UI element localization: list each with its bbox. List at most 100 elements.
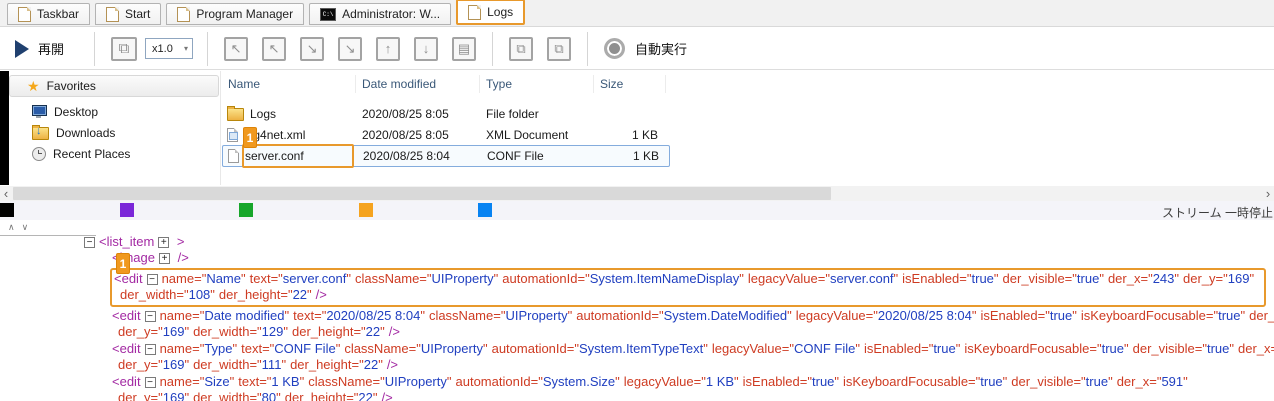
- target-upleft-curve-button[interactable]: ↖: [224, 37, 248, 61]
- expander-toggle-icon[interactable]: −: [145, 377, 156, 388]
- toolbar: 再開 ⧉ x1.0 ▾ ↖ ↖ ↘ ↘ ↑ ↓ ▤ ⧉ ⧉ 自動実行: [0, 28, 1274, 70]
- column-header-name[interactable]: Name: [222, 75, 356, 93]
- attribute-name: der_x=: [1108, 271, 1148, 286]
- quote: ": [1072, 308, 1077, 323]
- stream-frame-square: [359, 203, 373, 217]
- file-list: NameDate modifiedTypeSize Logs2020/08/25…: [222, 74, 670, 167]
- attribute-value: true: [812, 374, 834, 389]
- tab-start[interactable]: Start: [95, 3, 161, 25]
- resume-button[interactable]: 再開: [15, 39, 64, 58]
- attribute-name: der_height=: [292, 324, 361, 339]
- xml-attribute: der_y="169": [118, 357, 189, 372]
- copy-document-button[interactable]: ⧉: [509, 37, 533, 61]
- target-downright-button[interactable]: ↘: [300, 37, 324, 61]
- attribute-value: 22: [366, 324, 380, 339]
- xml-tag: <edit: [112, 308, 141, 323]
- tab-administrator-w[interactable]: Administrator: W...: [309, 3, 451, 25]
- file-row-log4net-xml[interactable]: log4net.xml2020/08/25 8:05XML Document1 …: [222, 124, 670, 145]
- quote: ": [336, 341, 341, 356]
- sidebar-item-downloads[interactable]: Downloads: [9, 122, 219, 143]
- navigation-button-group: ↖ ↖ ↘ ↘ ↑ ↓ ▤: [224, 37, 476, 61]
- expander-toggle-icon[interactable]: −: [145, 311, 156, 322]
- tree-node-edit-date-modified[interactable]: <edit−name="Date modified"text="2020/08/…: [0, 308, 1274, 324]
- sidebar-item-favorites[interactable]: ★ Favorites: [9, 75, 219, 97]
- target-downright-curve-button[interactable]: ↘: [338, 37, 362, 61]
- attribute-name: className=: [344, 341, 416, 356]
- resume-label: 再開: [38, 39, 64, 58]
- quote: ": [380, 324, 385, 339]
- document-view-icon: ▤: [458, 41, 470, 57]
- column-header-type[interactable]: Type: [480, 75, 594, 93]
- tab-logs[interactable]: Logs: [456, 0, 525, 25]
- scrollbar-thumb[interactable]: [13, 187, 831, 200]
- scroll-right-arrow[interactable]: ›: [1262, 186, 1274, 201]
- tree-node-edit-name[interactable]: <edit−name="Name"text="server.conf"class…: [114, 271, 1258, 287]
- target-down-button[interactable]: ↓: [414, 37, 438, 61]
- auto-run-label: 自動実行: [635, 39, 687, 58]
- expander-toggle-icon[interactable]: −: [147, 274, 158, 285]
- target-up-button[interactable]: ↑: [376, 37, 400, 61]
- column-header-date-modified[interactable]: Date modified: [356, 75, 480, 93]
- attribute-value: server.conf: [830, 271, 894, 286]
- sidebar-item-desktop[interactable]: Desktop: [9, 101, 219, 122]
- xml-attribute: der_height="22": [219, 287, 312, 302]
- attribute-name: der_visible=: [1003, 271, 1073, 286]
- tree-node-edit-type[interactable]: <edit−name="Type"text="CONF File"classNa…: [0, 341, 1274, 357]
- expander-toggle-icon[interactable]: −: [145, 344, 156, 355]
- quote: ": [956, 341, 961, 356]
- column-header-size[interactable]: Size: [594, 75, 666, 93]
- quote: ": [568, 308, 573, 323]
- attribute-value: 243: [1153, 271, 1175, 286]
- file-explorer-pane: ★ Favorites Desktop Downloads Recent Place…: [0, 71, 1274, 185]
- expander-toggle-icon[interactable]: +: [159, 253, 170, 264]
- expander-toggle-icon[interactable]: +: [158, 237, 169, 248]
- attribute-name: der_y=: [1183, 271, 1223, 286]
- file-type: XML Document: [480, 128, 594, 142]
- xml-attribute: der_width="111": [193, 357, 286, 372]
- attribute-name: legacyValue=: [748, 271, 825, 286]
- sidebar-item-label: Downloads: [56, 126, 115, 140]
- attribute-value: true: [1050, 308, 1072, 323]
- attribute-value: true: [980, 374, 1002, 389]
- expander-toggle-icon[interactable]: −: [84, 237, 95, 248]
- file-row-logs[interactable]: Logs2020/08/25 8:05File folder: [222, 103, 670, 124]
- file-row-server-conf[interactable]: server.conf2020/08/25 8:04CONF File1 KB: [222, 145, 670, 167]
- sidebar-item-label: Recent Places: [53, 147, 130, 161]
- xml-attribute: automationId="System.ItemNameDisplay": [502, 271, 744, 286]
- attribute-value: CONF File: [274, 341, 335, 356]
- xml-attribute: name="Name": [162, 271, 246, 286]
- panel-splitter[interactable]: ∧∨: [8, 222, 35, 233]
- xml-attribute: className="UIProperty": [355, 271, 498, 286]
- sidebar-favorites-label: Favorites: [47, 79, 96, 93]
- xml-attribute: der_y="169": [118, 324, 189, 339]
- tree-node-edit-size[interactable]: <edit−name="Size"text="1 KB"className="U…: [0, 374, 1274, 390]
- xml-attribute: className="UIProperty": [429, 308, 572, 323]
- paste-document-button[interactable]: ⧉: [547, 37, 571, 61]
- target-upleft-button[interactable]: ↖: [262, 37, 286, 61]
- scroll-left-arrow[interactable]: ‹: [0, 186, 12, 201]
- tree-node-list-item[interactable]: −<list_item+ >: [0, 234, 1274, 250]
- explorer-sidebar: ★ Favorites Desktop Downloads Recent Place…: [9, 75, 219, 164]
- auto-run-toggle[interactable]: 自動実行: [604, 38, 687, 59]
- zoom-select[interactable]: x1.0 ▾: [145, 38, 193, 59]
- attribute-name: isKeyboardFocusable=: [843, 374, 976, 389]
- attribute-name: der_height=: [285, 390, 354, 401]
- file-type: File folder: [480, 107, 594, 121]
- sidebar-item-recent-places[interactable]: Recent Places: [9, 143, 219, 164]
- tab-taskbar[interactable]: Taskbar: [7, 3, 90, 25]
- xml-attribute: isKeyboardFocusable="true": [843, 374, 1007, 389]
- quote: ": [210, 287, 215, 302]
- attribute-name: name=: [160, 308, 200, 323]
- xml-attribute: der_x="480": [1238, 341, 1274, 356]
- document-view-button[interactable]: ▤: [452, 37, 476, 61]
- quote: ": [1249, 271, 1254, 286]
- xml-attribute: legacyValue="1 KB": [624, 374, 739, 389]
- attribute-name: automationId=: [456, 374, 539, 389]
- column-header-row: NameDate modifiedTypeSize: [222, 74, 670, 94]
- file-date: 2020/08/25 8:05: [356, 128, 480, 142]
- capture-pages-button[interactable]: ⧉: [111, 37, 137, 61]
- tree-node-image[interactable]: <image+ />: [0, 250, 1274, 266]
- document-icon: [106, 7, 119, 22]
- attribute-value: true: [1102, 341, 1124, 356]
- tab-program-manager[interactable]: Program Manager: [166, 3, 304, 25]
